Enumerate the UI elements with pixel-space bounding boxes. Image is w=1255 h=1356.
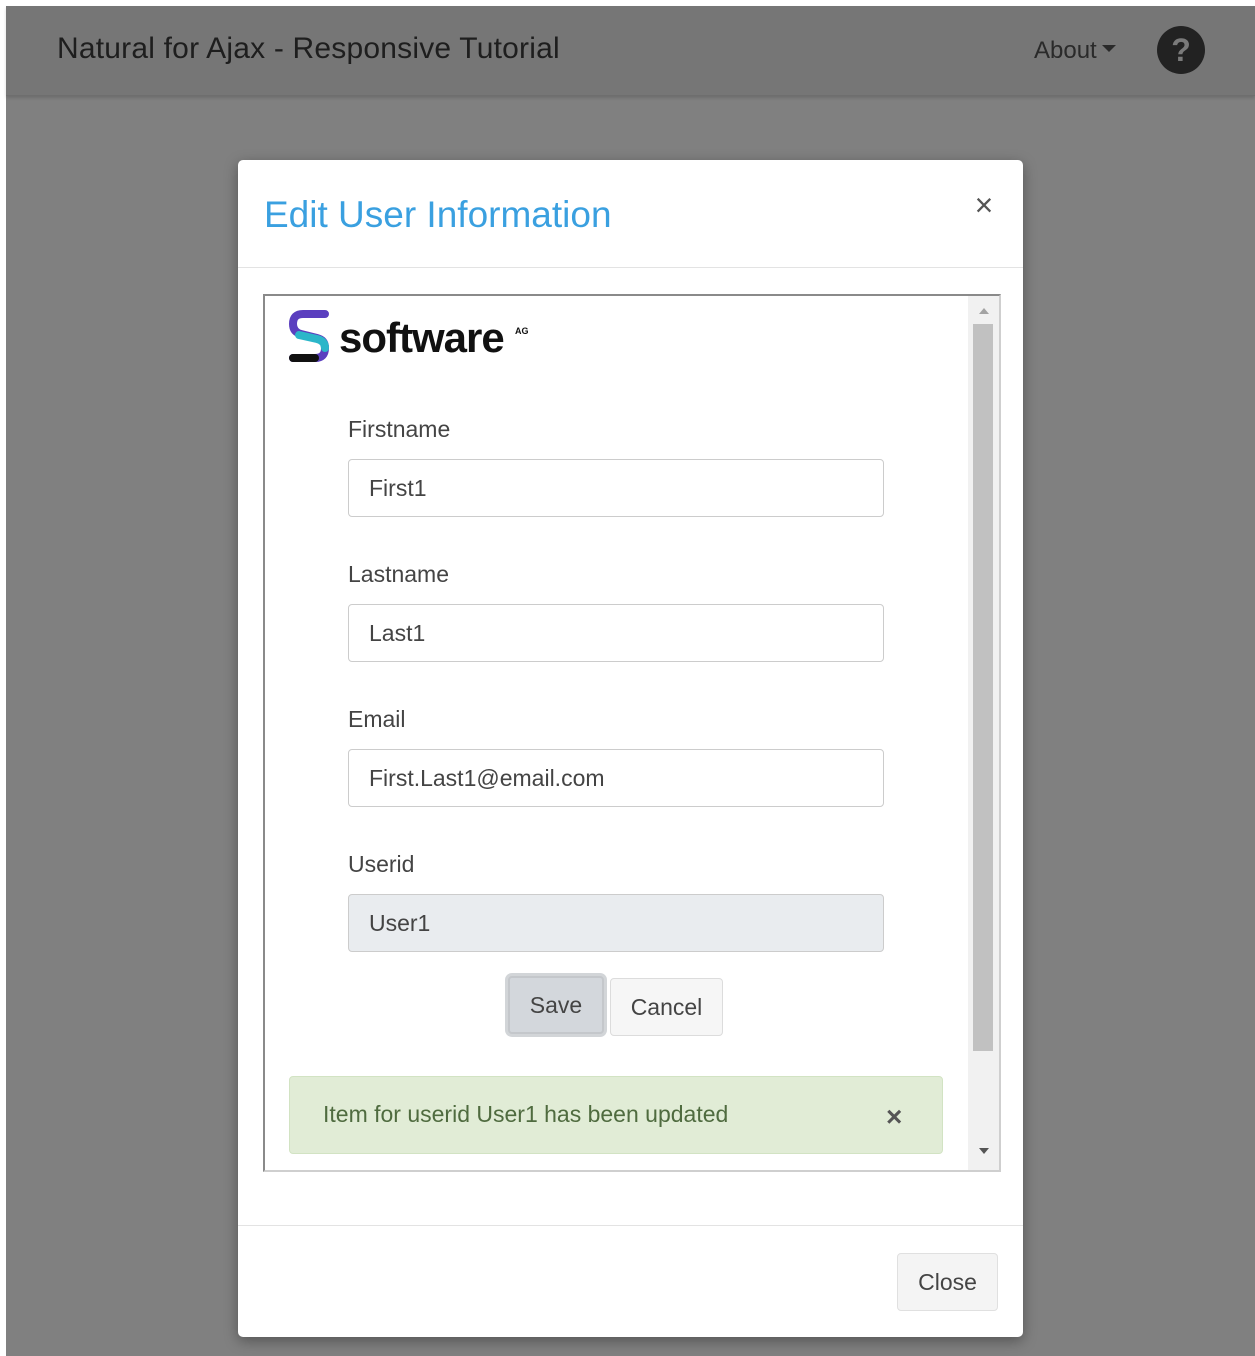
modal-title: Edit User Information [264,194,612,235]
modal-header: Edit User Information × [238,160,1023,268]
edit-user-modal: Edit User Information × software AG Firs… [238,160,1023,1337]
scroll-down-arrow-icon[interactable] [979,1148,989,1154]
logo-ag-suffix: AG [515,326,529,336]
close-button[interactable]: Close [897,1253,998,1311]
frame-scrollbar[interactable] [968,296,999,1170]
modal-footer: Close [238,1225,1023,1338]
software-ag-logo: software AG [288,308,549,364]
scroll-thumb[interactable] [973,324,993,1051]
alert-close-icon[interactable]: × [886,1103,902,1131]
cancel-button[interactable]: Cancel [610,978,723,1036]
userid-label: Userid [348,851,415,877]
caret-down-icon [1101,45,1116,53]
lastname-input[interactable] [348,604,884,662]
embedded-form-frame: software AG Firstname Lastname Email Use… [263,294,1001,1172]
logo-wordmark: software [339,314,505,361]
modal-close-icon[interactable]: × [971,189,997,221]
firstname-label: Firstname [348,416,451,442]
alert-message: Item for userid User1 has been updated [323,1101,729,1127]
about-label: About [1034,37,1097,64]
top-navbar: Natural for Ajax - Responsive Tutorial A… [6,6,1255,96]
email-label: Email [348,706,406,732]
userid-input [348,894,884,952]
save-button[interactable]: Save [508,976,604,1034]
about-dropdown[interactable]: About [1034,37,1116,65]
app-title[interactable]: Natural for Ajax - Responsive Tutorial [57,32,560,66]
software-s-mark-icon [288,310,330,362]
lastname-label: Lastname [348,561,450,587]
email-input[interactable] [348,749,884,807]
success-alert: Item for userid User1 has been updated × [289,1076,943,1154]
firstname-input[interactable] [348,459,884,517]
help-icon[interactable]: ? [1157,26,1205,74]
scroll-up-arrow-icon[interactable] [979,308,989,314]
page-backdrop: Natural for Ajax - Responsive Tutorial A… [6,6,1255,1356]
